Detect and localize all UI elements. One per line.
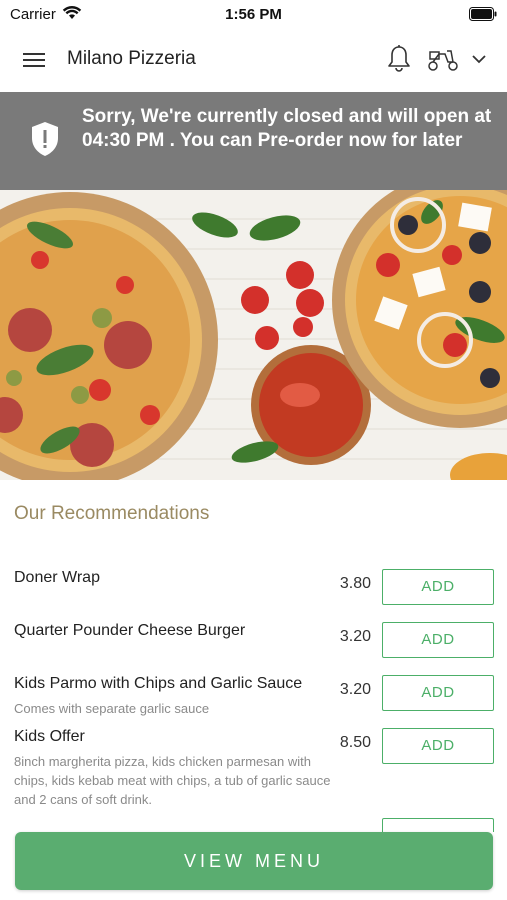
add-button[interactable]: ADD: [382, 569, 494, 605]
closed-banner: Sorry, We're currently closed and will o…: [0, 92, 507, 190]
app-header: Milano Pizzeria: [0, 28, 507, 92]
add-button-partial[interactable]: [382, 818, 494, 832]
battery-icon: [469, 7, 497, 21]
delivery-scooter-icon[interactable]: [427, 46, 459, 72]
menu-icon[interactable]: [22, 48, 46, 72]
item-name: Kids Parmo with Chips and Garlic Sauce: [14, 675, 303, 692]
hero-pizza-image: [0, 190, 507, 480]
recommendations-title: Our Recommendations: [14, 503, 210, 524]
item-price: 3.20: [339, 681, 371, 698]
item-description: 8inch margherita pizza, kids chicken par…: [14, 754, 331, 807]
shield-alert-icon: [32, 122, 58, 156]
item-name: Kids Offer: [14, 728, 85, 745]
chevron-down-icon[interactable]: [470, 50, 488, 68]
item-price: 8.50: [339, 734, 371, 751]
status-bar: Carrier 1:56 PM: [0, 0, 507, 28]
item-name: Quarter Pounder Cheese Burger: [14, 622, 246, 639]
add-button[interactable]: ADD: [382, 728, 494, 764]
item-name: Doner Wrap: [14, 569, 100, 586]
item-price: 3.80: [339, 575, 371, 592]
bell-icon[interactable]: [386, 44, 412, 74]
view-menu-button[interactable]: VIEW MENU: [15, 832, 493, 890]
clock: 1:56 PM: [225, 6, 282, 23]
add-button[interactable]: ADD: [382, 675, 494, 711]
closed-message: Sorry, We're currently closed and will o…: [82, 106, 492, 151]
item-description: Comes with separate garlic sauce: [14, 701, 210, 716]
add-button[interactable]: ADD: [382, 622, 494, 658]
restaurant-name: Milano Pizzeria: [67, 48, 196, 69]
item-price: 3.20: [339, 628, 371, 645]
